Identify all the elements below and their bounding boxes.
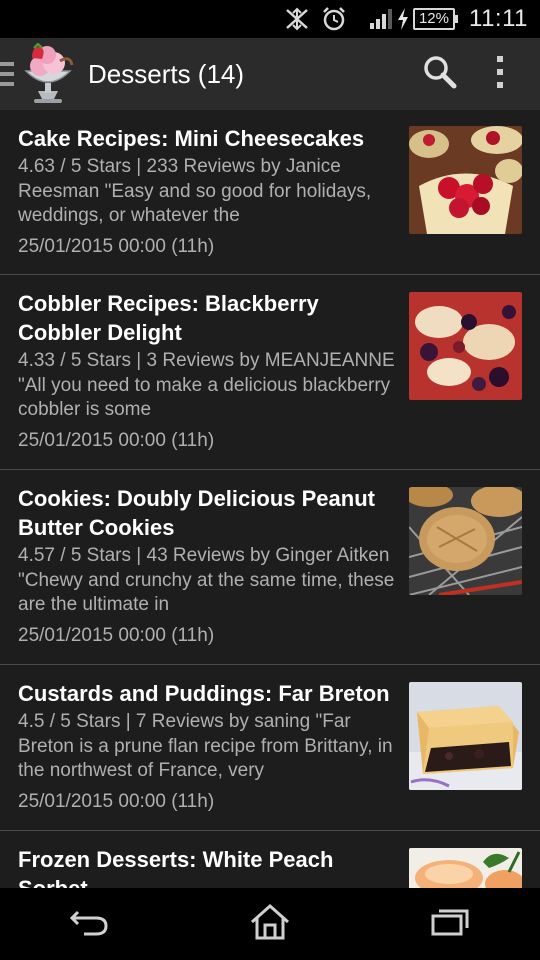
battery-indicator: 12% xyxy=(412,8,459,30)
home-icon xyxy=(249,903,291,946)
recent-apps-icon xyxy=(431,908,469,941)
back-icon xyxy=(69,908,110,941)
list-item[interactable]: Custards and Puddings: Far Breton 4.5 / … xyxy=(0,665,540,831)
recipe-summary: 4.57 / 5 Stars | 43 Reviews by Ginger Ai… xyxy=(18,545,395,615)
recipe-title: Cookies: Doubly Delicious Peanut Butter … xyxy=(18,486,375,540)
charging-icon xyxy=(397,8,409,30)
alarm-icon xyxy=(321,6,347,32)
signal-icon xyxy=(369,8,393,30)
peanut-butter-cookies-thumbnail xyxy=(409,487,522,595)
far-breton-thumbnail xyxy=(409,682,522,790)
recipe-date: 25/01/2015 00:00 (11h) xyxy=(18,429,215,451)
overflow-menu-icon xyxy=(495,55,505,94)
recipe-summary: 4.5 / 5 Stars | 7 Reviews by saning "Far… xyxy=(18,711,393,781)
recipe-list: Cake Recipes: Mini Cheesecakes 4.63 / 5 … xyxy=(0,110,540,888)
search-button[interactable] xyxy=(410,38,470,110)
recent-apps-button[interactable] xyxy=(405,894,495,954)
recipe-date: 25/01/2015 00:00 (11h) xyxy=(18,235,215,257)
overflow-menu-button[interactable] xyxy=(470,38,530,110)
mini-cheesecakes-thumbnail xyxy=(409,126,522,234)
list-item[interactable]: Cake Recipes: Mini Cheesecakes 4.63 / 5 … xyxy=(0,110,540,275)
blackberry-cobbler-thumbnail xyxy=(409,292,522,400)
home-button[interactable] xyxy=(225,894,315,954)
recipe-summary: 4.33 / 5 Stars | 3 Reviews by MEANJEANNE… xyxy=(18,350,395,420)
back-button[interactable] xyxy=(45,894,135,954)
list-item[interactable]: Cobbler Recipes: Blackberry Cobbler Deli… xyxy=(0,275,540,470)
recipe-title: Custards and Puddings: Far Breton xyxy=(18,681,390,706)
ice-cream-sundae-logo[interactable] xyxy=(20,42,76,105)
clock: 11:11 xyxy=(469,5,528,32)
status-bar: 12% 11:11 xyxy=(0,0,540,38)
page-title: Desserts (14) xyxy=(88,58,245,89)
list-item[interactable]: Cookies: Doubly Delicious Peanut Butter … xyxy=(0,470,540,665)
list-item[interactable]: Frozen Desserts: White Peach Sorbet xyxy=(0,831,540,888)
recipe-title: Frozen Desserts: White Peach Sorbet xyxy=(18,847,334,888)
white-peach-sorbet-thumbnail xyxy=(409,848,522,888)
drawer-indicator-icon[interactable] xyxy=(0,62,14,86)
recipe-date: 25/01/2015 00:00 (11h) xyxy=(18,624,215,646)
recipe-title: Cobbler Recipes: Blackberry Cobbler Deli… xyxy=(18,291,319,345)
search-icon xyxy=(423,55,457,94)
recipe-title: Cake Recipes: Mini Cheesecakes xyxy=(18,126,365,151)
navigation-bar xyxy=(0,888,540,960)
action-bar: Desserts (14) xyxy=(0,38,540,110)
nfc-icon xyxy=(283,7,311,31)
recipe-summary: 4.63 / 5 Stars | 233 Reviews by Janice R… xyxy=(18,156,372,226)
recipe-date: 25/01/2015 00:00 (11h) xyxy=(18,790,215,812)
